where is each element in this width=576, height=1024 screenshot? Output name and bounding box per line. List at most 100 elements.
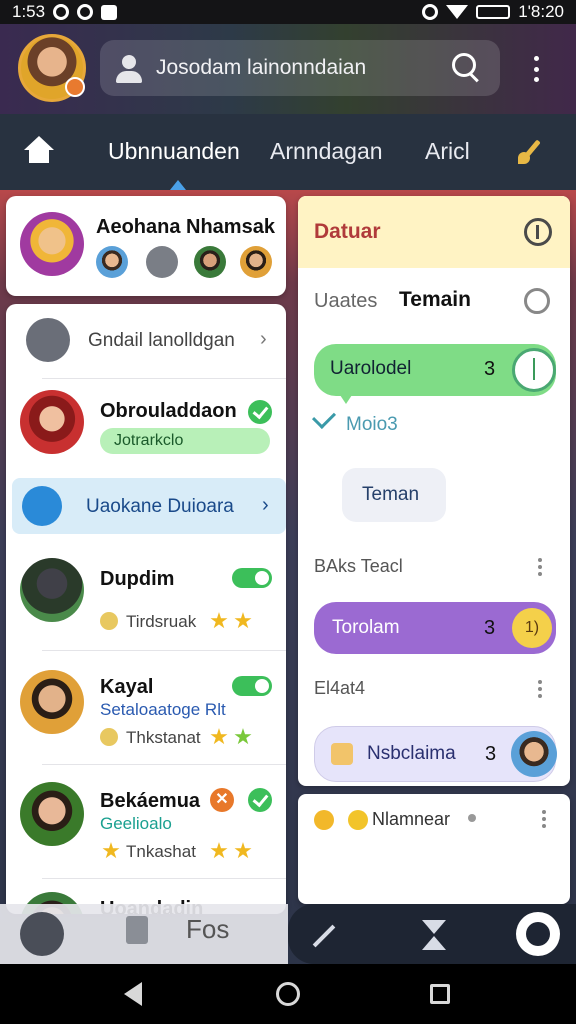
app-bar: Josodam lainonndaian	[0, 24, 576, 114]
group-pill-green[interactable]: Uarolodel 3	[314, 344, 556, 396]
wifi-icon	[446, 5, 469, 19]
more-menu-icon[interactable]	[542, 810, 548, 828]
battery-icon	[476, 5, 511, 19]
panel-header: Datuar	[298, 196, 570, 268]
pill-label: Torolam	[332, 617, 400, 638]
group-avatar	[194, 246, 226, 278]
member-avatar	[511, 731, 557, 777]
status-badge: Jotrarkclo	[100, 428, 270, 454]
info-icon[interactable]	[524, 218, 552, 246]
top-contact-card[interactable]: Aeohana Nhamsak	[6, 196, 286, 296]
group-pill-purple[interactable]: Torolam 3 1)	[314, 602, 556, 654]
status-bar: 1:53 1'8:20	[0, 0, 576, 24]
section-menu-icon[interactable]	[538, 680, 544, 698]
star-icon: ★	[209, 608, 229, 633]
home-nav-icon[interactable]	[276, 982, 300, 1006]
tab-2[interactable]: Aricl	[425, 138, 470, 165]
check-icon	[311, 404, 337, 430]
alarm-icon	[422, 4, 439, 20]
chat-fab-icon[interactable]	[516, 912, 560, 956]
tab-0[interactable]: Ubnnuanden	[108, 138, 240, 165]
contact-avatar	[20, 670, 84, 734]
more-menu-icon[interactable]	[524, 54, 548, 84]
search-icon[interactable]	[446, 48, 486, 88]
timer-icon	[512, 348, 556, 392]
chevron-right-icon[interactable]: ›	[262, 494, 269, 517]
emoji-icon	[100, 612, 118, 630]
gift-icon	[331, 743, 353, 765]
note-card[interactable]: Nlamnear	[298, 794, 570, 904]
cross-icon: ✕	[210, 788, 234, 812]
emoji-icon	[314, 810, 334, 830]
contact-subtitle: Setaloaatoge Rlt	[100, 700, 226, 719]
contact-avatar	[20, 558, 84, 622]
sync-icon	[77, 4, 94, 20]
status-dot-icon	[468, 814, 476, 822]
star-icon: ★	[101, 838, 121, 863]
tab-1[interactable]: Arnndagan	[270, 138, 383, 165]
profile-icon[interactable]	[20, 912, 64, 956]
document-icon[interactable]	[126, 916, 148, 944]
verified-check-icon	[248, 788, 272, 812]
moins-label: Moio3	[346, 414, 398, 435]
back-icon[interactable]	[124, 982, 142, 1006]
user-icon	[22, 486, 62, 526]
contact-name: Dupdim	[100, 568, 175, 590]
wand-icon[interactable]	[516, 136, 546, 166]
details-panel: Datuar Uaates Temain Uarolodel 3 Moio3 T…	[298, 196, 570, 786]
contact-name: Aeohana Nhamsak	[96, 216, 275, 238]
search-text: Josodam lainonndaian	[156, 56, 367, 79]
hourglass-icon[interactable]	[422, 920, 446, 950]
contact-meta: Tnkashat	[126, 842, 196, 861]
emoji-icon	[348, 810, 368, 830]
contact-avatar	[20, 212, 84, 276]
contact-meta: Thkstanat	[126, 728, 201, 747]
contact-meta: Tirdsruak	[126, 612, 197, 631]
note-label: Nlamnear	[372, 809, 451, 829]
emoji-icon	[100, 728, 118, 746]
section-menu-icon[interactable]	[538, 558, 544, 576]
tab-teman[interactable]: Temain	[399, 288, 471, 312]
pill-count: 3	[484, 617, 496, 639]
tab-updates[interactable]: Uaates	[314, 290, 377, 313]
chevron-down-icon[interactable]	[146, 246, 178, 278]
pill-badge: 1)	[512, 608, 552, 648]
group-icon	[26, 318, 70, 362]
panel-title: Datuar	[314, 220, 381, 243]
user-icon	[114, 53, 144, 83]
contact-subtitle: Geelioalo	[100, 814, 172, 833]
bottom-label: Fos	[186, 914, 230, 944]
search-bar[interactable]: Josodam lainonndaian	[100, 40, 500, 96]
group-pill-lavender[interactable]: Nsbclaima 3	[314, 726, 557, 782]
group-avatar	[240, 246, 272, 278]
contact-name: Obrouladdaon	[100, 400, 237, 422]
contact-name: Kayal	[100, 676, 154, 698]
pill-count: 3	[485, 743, 497, 765]
bottom-toolbar: Fos	[0, 904, 288, 964]
bubble-tail	[338, 392, 354, 404]
home-icon[interactable]	[24, 136, 54, 166]
profile-badge-icon	[65, 77, 85, 97]
contact-avatar	[20, 390, 84, 454]
tab-active-indicator	[170, 180, 186, 190]
star-icon: ★	[233, 838, 253, 863]
recents-icon[interactable]	[430, 984, 450, 1004]
list-item-highlighted[interactable]: Uaokane Duioara ›	[12, 478, 286, 534]
status-time-right: 1'8:20	[518, 2, 564, 21]
status-toggle[interactable]	[232, 676, 272, 696]
list-header-label: Gndail lanolldgan	[88, 330, 235, 351]
pill-count: 3	[484, 358, 496, 380]
notification-icon	[53, 4, 70, 20]
verified-check-icon	[248, 400, 272, 424]
star-icon: ★	[209, 838, 229, 863]
pen-icon[interactable]	[310, 922, 338, 950]
filter-icon[interactable]	[524, 288, 550, 314]
section-label: BAks Teacl	[314, 556, 403, 576]
system-nav-bar	[0, 964, 576, 1024]
chevron-right-icon[interactable]: ›	[260, 328, 267, 351]
teman-chip[interactable]: Teman	[342, 468, 446, 522]
list-item-label: Uaokane Duioara	[86, 496, 234, 517]
profile-avatar[interactable]	[18, 34, 86, 102]
contact-list: Gndail lanolldgan › Obrouladdaon Jotrark…	[6, 304, 286, 914]
status-toggle[interactable]	[232, 568, 272, 588]
